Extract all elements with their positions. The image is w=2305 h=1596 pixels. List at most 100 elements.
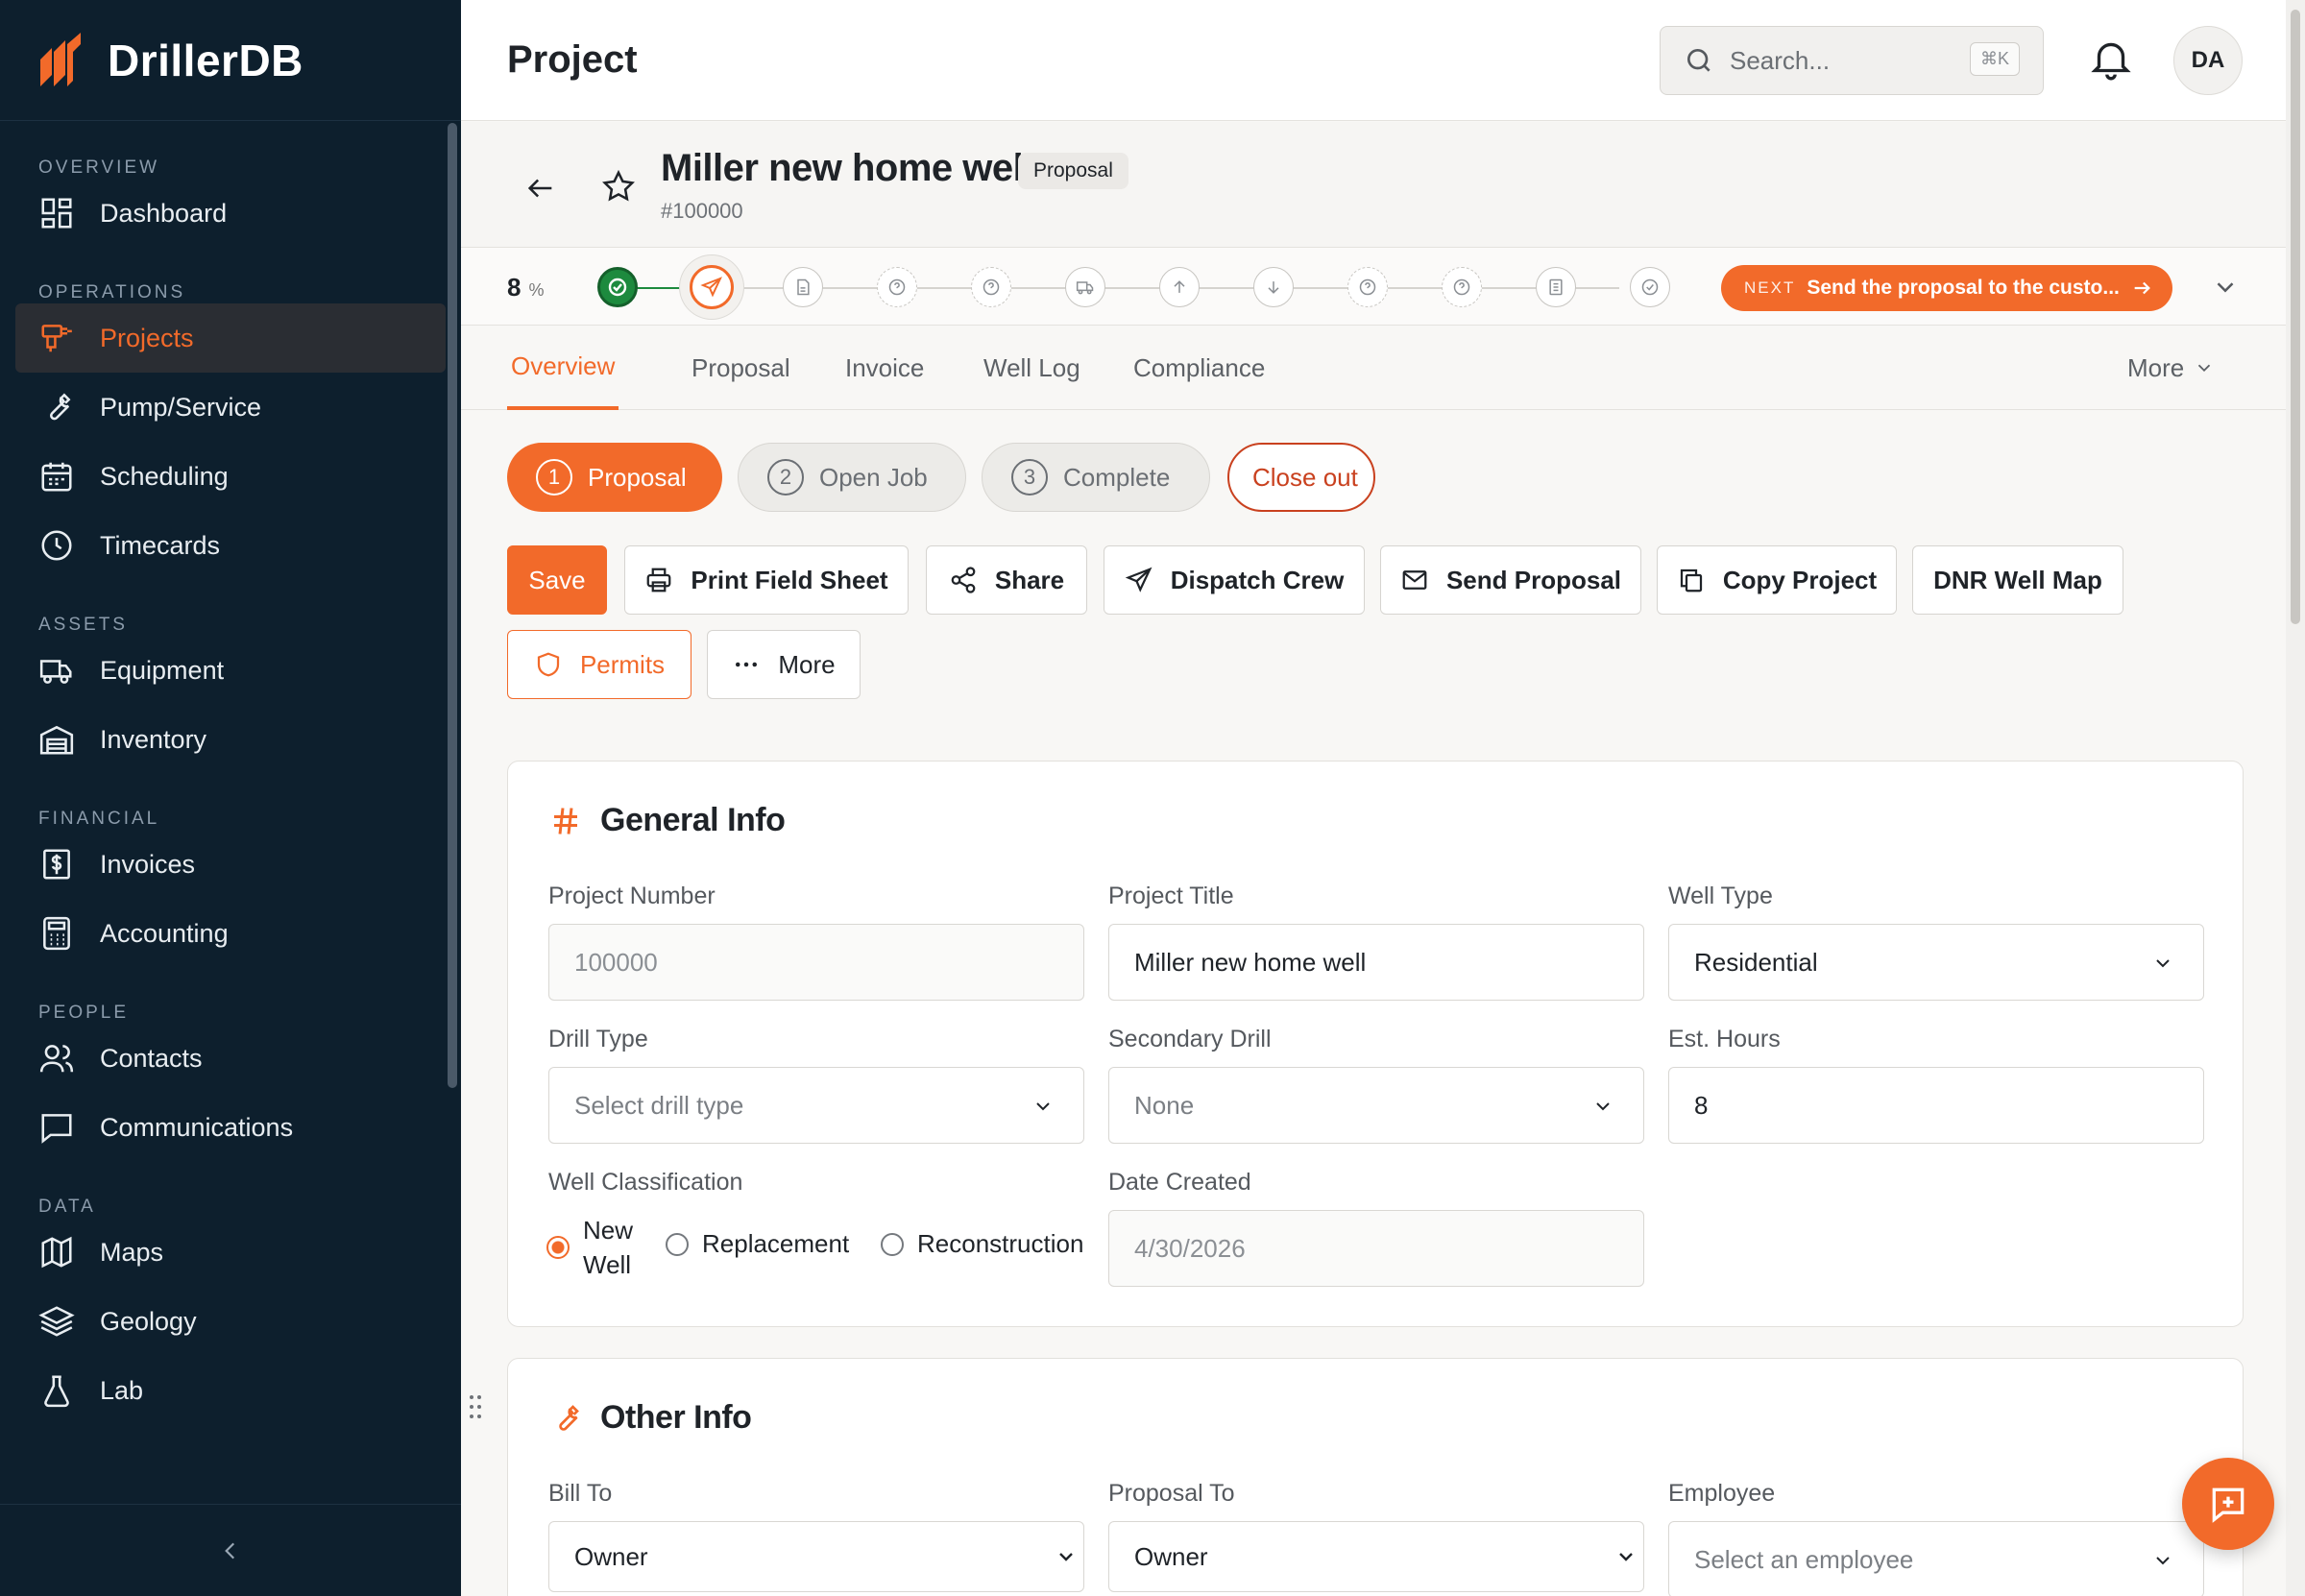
bell-icon[interactable]	[2087, 35, 2135, 83]
tab-invoice[interactable]: Invoice	[845, 326, 924, 410]
project-number-field[interactable]: 100000	[548, 924, 1084, 1001]
sidebar-item-geology[interactable]: Geology	[15, 1287, 446, 1356]
chat-fab-button[interactable]	[2182, 1458, 2274, 1550]
tab-well-log[interactable]: Well Log	[983, 326, 1080, 410]
employee-select[interactable]: Select an employee	[1668, 1521, 2204, 1596]
sidebar-item-accounting[interactable]: Accounting	[15, 899, 446, 968]
progress-percent-symbol: %	[528, 280, 545, 300]
print-field-sheet-button[interactable]: Print Field Sheet	[624, 545, 909, 615]
stage-label: Open Job	[819, 462, 928, 492]
field-label: Drill Type	[548, 1026, 648, 1052]
step-pending[interactable]	[971, 267, 1011, 307]
dnr-well-map-button[interactable]: DNR Well Map	[1912, 545, 2123, 615]
message-icon	[41, 1114, 72, 1144]
radio-reconstruction[interactable]: Reconstruction	[881, 1229, 1083, 1259]
sidebar-item-scheduling[interactable]: Scheduling	[15, 442, 446, 511]
est-hours-field[interactable]: 8	[1668, 1067, 2204, 1144]
field-label: Est. Hours	[1668, 1026, 1781, 1052]
search-input[interactable]: Search... ⌘K	[1660, 26, 2044, 95]
star-icon[interactable]	[600, 168, 637, 205]
tab-compliance[interactable]: Compliance	[1133, 326, 1265, 410]
tabs-more-button[interactable]: More	[2127, 326, 2215, 410]
sidebar-scrollbar[interactable]	[448, 123, 457, 1088]
sidebar-item-contacts[interactable]: Contacts	[15, 1024, 446, 1093]
stage-open-job-button[interactable]: 2 Open Job	[738, 443, 966, 512]
step-send-proposal[interactable]	[690, 265, 734, 309]
progress-tracker: 8% NEXT Send the proposal to the custo..…	[461, 247, 2286, 326]
sidebar-item-inventory[interactable]: Inventory	[15, 705, 446, 774]
chevron-left-icon	[225, 1542, 235, 1559]
sidebar-item-label: Inventory	[100, 724, 207, 754]
secondary-drill-select[interactable]: None	[1108, 1067, 1644, 1144]
radio-replacement[interactable]: Replacement	[666, 1229, 849, 1259]
step-close[interactable]	[1630, 267, 1670, 307]
sidebar-item-invoices[interactable]: Invoices	[15, 830, 446, 899]
progress-percent-value: 8	[507, 273, 522, 302]
arrow-right-icon	[2134, 281, 2150, 295]
other-info-card: Other Info Bill To Owner Proposal To Own…	[507, 1358, 2244, 1596]
resize-handle-icon[interactable]	[469, 1394, 482, 1419]
topbar: Project Search... ⌘K DA	[461, 0, 2305, 121]
sidebar-item-lab[interactable]: Lab	[15, 1356, 446, 1425]
step-pending[interactable]	[877, 267, 917, 307]
copy-label: Copy Project	[1722, 565, 1878, 594]
step-complete[interactable]	[597, 267, 638, 307]
bill-to-value: Owner	[574, 1541, 648, 1571]
arrow-up-icon	[1174, 280, 1185, 293]
step-download[interactable]	[1253, 267, 1294, 307]
radio-new-well[interactable]: New Well	[546, 1213, 643, 1282]
sidebar-item-communications[interactable]: Communications	[15, 1093, 446, 1162]
sidebar-item-timecards[interactable]: Timecards	[15, 511, 446, 580]
step-document[interactable]	[783, 267, 823, 307]
sidebar-item-equipment[interactable]: Equipment	[15, 636, 446, 705]
avatar[interactable]: DA	[2173, 26, 2243, 95]
sidebar-item-maps[interactable]: Maps	[15, 1218, 446, 1287]
tab-proposal[interactable]: Proposal	[692, 326, 790, 410]
warehouse-icon	[39, 725, 74, 755]
well-type-select[interactable]: Residential	[1668, 924, 2204, 1001]
project-title-field[interactable]: Miller new home well	[1108, 924, 1644, 1001]
more-actions-button[interactable]: More	[707, 630, 861, 699]
bill-to-select[interactable]: Owner	[548, 1521, 1084, 1592]
proposal-to-select[interactable]: Owner	[1108, 1521, 1644, 1592]
radio-label: New Well	[583, 1216, 634, 1279]
step-pending[interactable]	[1347, 267, 1388, 307]
nav-section-title: OPERATIONS	[38, 282, 186, 302]
share-button[interactable]: Share	[926, 545, 1087, 615]
main-scrollbar[interactable]	[2286, 0, 2305, 1596]
permits-button[interactable]: Permits	[507, 630, 692, 699]
dispatch-crew-button[interactable]: Dispatch Crew	[1104, 545, 1365, 615]
step-upload[interactable]	[1159, 267, 1200, 307]
sidebar-item-projects[interactable]: Projects	[15, 303, 446, 373]
drill-type-select[interactable]: Select drill type	[548, 1067, 1084, 1144]
project-number: #100000	[661, 199, 743, 223]
stage-proposal-button[interactable]: 1 Proposal	[507, 443, 722, 512]
date-created-field[interactable]: 4/30/2026	[1108, 1210, 1644, 1287]
close-out-button[interactable]: Close out	[1227, 443, 1375, 512]
hash-icon	[554, 807, 577, 834]
chevron-down-icon[interactable]	[2211, 273, 2240, 302]
main-scrollbar-thumb[interactable]	[2291, 10, 2300, 624]
print-label: Print Field Sheet	[691, 565, 888, 594]
tab-overview[interactable]: Overview	[507, 326, 619, 410]
wrench-icon	[559, 1404, 579, 1431]
save-button[interactable]: Save	[507, 545, 607, 615]
project-tabs: Overview Proposal Invoice Well Log Compl…	[461, 326, 2286, 410]
radio-label: Reconstruction	[917, 1229, 1084, 1258]
sidebar-collapse-button[interactable]	[0, 1504, 461, 1596]
chevron-down-icon	[1059, 1553, 1073, 1561]
copy-project-button[interactable]: Copy Project	[1657, 545, 1897, 615]
question-icon	[983, 278, 1000, 296]
step-pending[interactable]	[1442, 267, 1482, 307]
sidebar-item-pump-service[interactable]: Pump/Service	[15, 373, 446, 442]
stage-complete-button[interactable]: 3 Complete	[982, 443, 1210, 512]
next-step-button[interactable]: NEXT Send the proposal to the custo...	[1721, 265, 2172, 311]
brand[interactable]: DrillerDB	[0, 0, 461, 121]
arrow-left-icon[interactable]	[524, 172, 557, 205]
sidebar-item-dashboard[interactable]: Dashboard	[15, 179, 446, 248]
send-proposal-button[interactable]: Send Proposal	[1380, 545, 1641, 615]
step-invoice[interactable]	[1536, 267, 1576, 307]
project-name: Miller new home well	[661, 147, 1033, 189]
step-dispatch[interactable]	[1065, 267, 1105, 307]
shield-icon	[537, 652, 560, 677]
